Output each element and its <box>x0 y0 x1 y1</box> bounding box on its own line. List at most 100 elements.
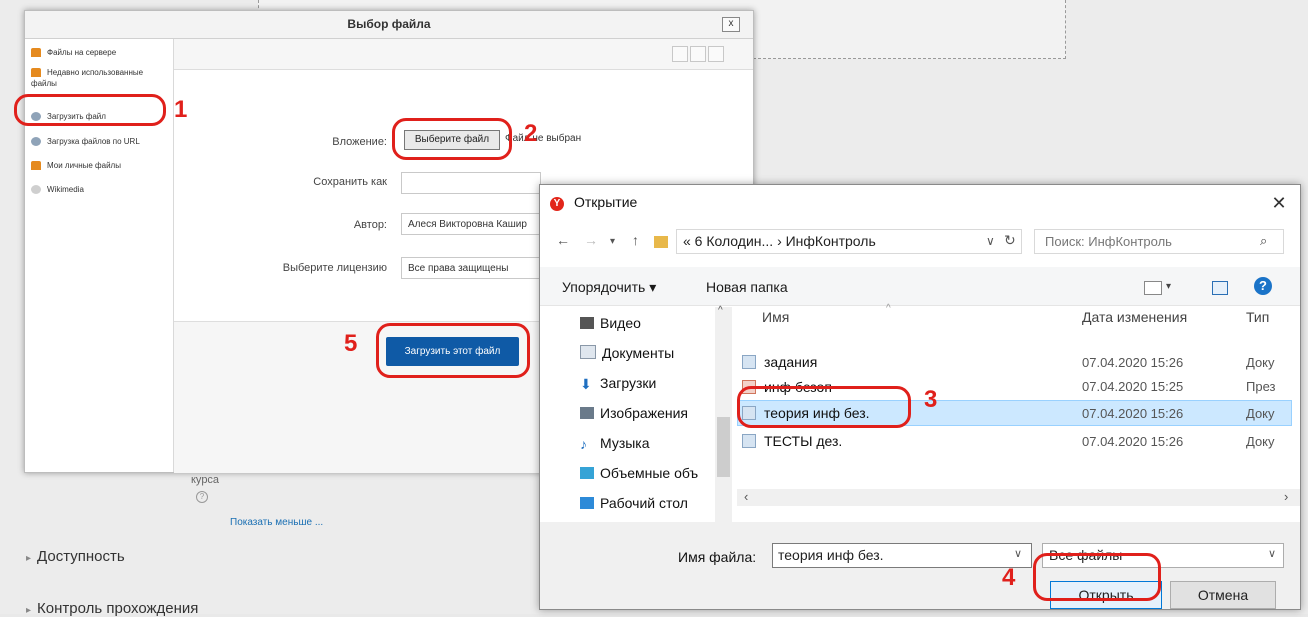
save-as-label: Сохранить как <box>313 176 387 188</box>
license-label: Выберите лицензию <box>282 262 387 274</box>
sidebar-item-wikimedia[interactable]: Wikimedia <box>31 184 84 195</box>
annotation-box-1 <box>14 94 166 126</box>
new-folder-button[interactable]: Новая папка <box>706 279 788 295</box>
moodle-icon <box>31 48 41 58</box>
sidebar-item-server-files[interactable]: Файлы на сервере <box>31 47 116 58</box>
file-row[interactable]: задания <box>742 349 817 375</box>
completion-section[interactable]: ▸ Контроль прохождения <box>26 600 198 617</box>
save-as-input[interactable] <box>401 172 541 194</box>
file-type: Доку <box>1246 434 1275 449</box>
recent-locations-icon[interactable]: ▾ <box>610 236 615 247</box>
tree-item-music[interactable]: ♪ Музыка <box>580 430 650 456</box>
annotation-box-2 <box>392 118 512 160</box>
forward-arrow-icon[interactable]: → <box>584 232 598 248</box>
refresh-icon[interactable]: ↻ <box>1004 232 1016 249</box>
help-icon[interactable]: ? <box>1254 277 1272 295</box>
back-arrow-icon[interactable]: ← <box>556 232 570 248</box>
annotation-number-1: 1 <box>174 96 188 123</box>
up-arrow-icon[interactable]: ↑ <box>632 232 639 248</box>
annotation-box-5 <box>376 323 530 378</box>
file-type: През <box>1246 379 1276 394</box>
no-file-text: Файл не выбран <box>505 133 582 144</box>
view-options-icon[interactable] <box>1144 281 1162 295</box>
sort-arrow-icon: ^ <box>886 303 891 314</box>
tree-item-pictures[interactable]: Изображения <box>580 400 688 426</box>
word-document-icon <box>742 434 756 448</box>
word-document-icon <box>742 355 756 369</box>
pictures-icon <box>580 407 594 419</box>
scroll-left-icon[interactable]: ‹ <box>744 489 748 504</box>
open-dialog-titlebar <box>540 185 1300 221</box>
address-dropdown-icon[interactable]: ∨ <box>986 234 995 248</box>
search-icon: ⌕ <box>1260 233 1268 248</box>
file-type: Доку <box>1246 406 1275 421</box>
tree-item-desktop[interactable]: Рабочий стол <box>580 490 688 516</box>
file-list-hscrollbar[interactable] <box>737 489 1300 506</box>
desktop-icon <box>580 497 594 509</box>
attachment-label: Вложение: <box>332 136 387 148</box>
tree-item-documents[interactable]: Документы <box>580 340 674 366</box>
file-type: Доку <box>1246 355 1275 370</box>
close-icon[interactable]: ✕ <box>1268 192 1290 214</box>
author-label: Автор: <box>353 219 387 231</box>
close-button[interactable]: x <box>722 17 740 32</box>
filter-dropdown-icon[interactable]: ∨ <box>1268 547 1276 560</box>
folder-icon <box>654 236 668 248</box>
tree-item-downloads[interactable]: ⬇ Загрузки <box>580 370 656 396</box>
annotation-number-3: 3 <box>924 386 938 413</box>
tree-item-video[interactable]: Видео <box>580 310 641 336</box>
icons-view-button[interactable] <box>672 46 688 62</box>
chevron-down-icon[interactable]: ▾ <box>1166 281 1171 292</box>
sidebar-item-private-files[interactable]: Мои личные файлы <box>31 160 121 171</box>
file-picker-toolbar <box>174 39 753 70</box>
tree-scrollbar-thumb[interactable] <box>717 417 730 477</box>
moodle-icon <box>31 161 41 171</box>
file-date: 07.04.2020 15:26 <box>1082 355 1184 370</box>
music-icon: ♪ <box>580 436 587 452</box>
show-less-link[interactable]: Показать меньше ... <box>230 517 323 528</box>
filename-label: Имя файла: <box>678 549 757 565</box>
upload-icon <box>31 137 41 147</box>
filename-dropdown-icon[interactable]: ∨ <box>1014 547 1022 560</box>
document-icon <box>580 345 596 359</box>
license-select[interactable]: Все права защищены <box>401 257 541 279</box>
download-icon: ⬇ <box>580 376 592 392</box>
file-date: 07.04.2020 15:26 <box>1082 406 1184 421</box>
preview-pane-icon[interactable] <box>1212 281 1228 295</box>
annotation-number-5: 5 <box>344 330 358 357</box>
annotation-box-3 <box>737 386 911 428</box>
address-bar[interactable]: « 6 Колодин... › ИнфКонтроль <box>676 229 1022 254</box>
annotation-number-4: 4 <box>1002 564 1016 591</box>
file-date: 07.04.2020 15:25 <box>1082 379 1184 394</box>
list-view-button[interactable] <box>690 46 706 62</box>
tree-item-3d-objects[interactable]: Объемные объ <box>580 460 698 486</box>
organize-button[interactable]: Упорядочить ▾ <box>562 279 656 296</box>
search-input[interactable]: Поиск: ИнфКонтроль <box>1034 229 1284 254</box>
video-icon <box>580 317 594 329</box>
annotation-number-2: 2 <box>524 120 538 147</box>
open-dialog-title: Открытие <box>574 194 638 210</box>
tree-view-button[interactable] <box>708 46 724 62</box>
filename-input[interactable]: теория инф без. <box>772 543 1032 568</box>
column-name[interactable]: Имя <box>762 309 789 325</box>
file-row[interactable]: ТЕСТЫ дез. <box>742 428 842 454</box>
chevron-right-icon: ▸ <box>26 553 32 564</box>
course-label: курса <box>191 474 220 486</box>
moodle-icon <box>31 68 41 78</box>
open-file-dialog: Y Открытие ✕ ← → ▾ ↑ « 6 Колодин... › Ин… <box>539 184 1301 610</box>
file-picker-title: Выбор файла <box>25 11 753 39</box>
help-icon[interactable]: ? <box>196 491 208 503</box>
globe-icon <box>31 185 41 195</box>
annotation-box-4 <box>1033 553 1161 601</box>
chevron-right-icon: ▸ <box>26 605 32 616</box>
availability-section[interactable]: ▸ Доступность <box>26 548 125 565</box>
column-type[interactable]: Тип <box>1246 309 1269 325</box>
scroll-right-icon[interactable]: › <box>1284 489 1288 504</box>
file-date: 07.04.2020 15:26 <box>1082 434 1184 449</box>
cancel-button[interactable]: Отмена <box>1170 581 1276 609</box>
scroll-up-icon[interactable]: ^ <box>718 305 723 316</box>
sidebar-item-recent-files[interactable]: Недавно использованные файлы <box>31 67 171 89</box>
sidebar-item-url-download[interactable]: Загрузка файлов по URL <box>31 136 140 147</box>
author-input[interactable]: Алеся Викторовна Кашир <box>401 213 541 235</box>
column-date[interactable]: Дата изменения <box>1082 309 1187 325</box>
